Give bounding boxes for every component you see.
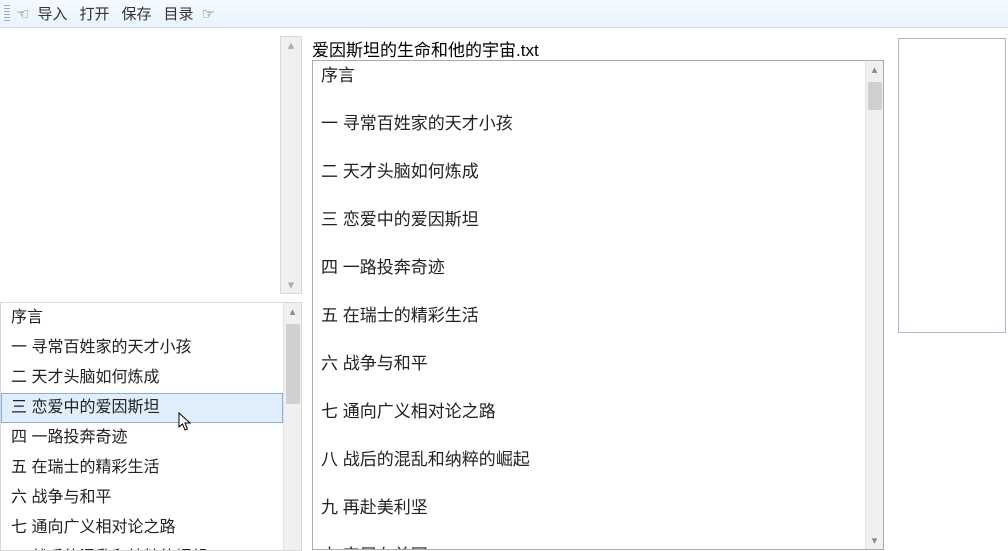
left-chapter-list: 序言一 寻常百姓家的天才小孩二 天才头脑如何炼成三 恋爱中的爱因斯坦四 一路投奔… — [0, 302, 302, 551]
list-item[interactable]: 六 战争与和平 — [1, 483, 283, 513]
list-item[interactable]: 二 天才头脑如何炼成 — [1, 363, 283, 393]
left-scrollbar[interactable]: ▴ — [283, 303, 301, 550]
list-item[interactable]: 序言 — [1, 303, 283, 333]
list-item[interactable]: 一 寻常百姓家的天才小孩 — [319, 111, 859, 137]
list-item[interactable]: 九 再赴美利坚 — [319, 495, 859, 521]
list-item[interactable]: 五 在瑞士的精彩生活 — [319, 303, 859, 329]
chevron-down-icon[interactable]: ▾ — [872, 532, 878, 549]
scrollbar-thumb[interactable] — [868, 82, 882, 110]
list-item[interactable]: 二 天才头脑如何炼成 — [319, 159, 859, 185]
toolbar: ☜ 导入 打开 保存 目录 ☞ — [0, 0, 1008, 28]
list-item[interactable]: 一 寻常百姓家的天才小孩 — [1, 333, 283, 363]
chevron-up-icon[interactable]: ▴ — [290, 303, 296, 320]
list-item[interactable]: 七 通向广义相对论之路 — [319, 399, 859, 425]
list-item[interactable]: 四 一路投奔奇迹 — [1, 423, 283, 453]
save-button[interactable]: 保存 — [117, 2, 155, 25]
hand-left-icon[interactable]: ☜ — [16, 5, 29, 23]
toolbar-grip[interactable] — [4, 5, 10, 23]
list-item[interactable]: 六 战争与和平 — [319, 351, 859, 377]
scrollbar-thumb[interactable] — [286, 324, 300, 404]
left-scroll-strip[interactable]: ▴ ▾ — [280, 36, 302, 294]
list-item[interactable]: 四 一路投奔奇迹 — [319, 255, 859, 281]
chevron-up-icon[interactable]: ▴ — [872, 61, 878, 78]
right-panel — [898, 38, 1006, 333]
list-item[interactable]: 三 恋爱中的爱因斯坦 — [319, 207, 859, 233]
import-button[interactable]: 导入 — [33, 2, 71, 25]
center-chapter-list: 序言一 寻常百姓家的天才小孩二 天才头脑如何炼成三 恋爱中的爱因斯坦四 一路投奔… — [312, 60, 884, 550]
list-item[interactable]: 八 战后的混乱和纳粹的崛起 — [1, 543, 283, 550]
list-item[interactable]: 五 在瑞士的精彩生活 — [1, 453, 283, 483]
list-item[interactable]: 三 恋爱中的爱因斯坦 — [1, 393, 283, 423]
center-scrollbar[interactable]: ▴ ▾ — [865, 61, 883, 549]
toc-button[interactable]: 目录 — [160, 2, 198, 25]
list-item[interactable]: 七 通向广义相对论之路 — [1, 513, 283, 543]
chevron-up-icon[interactable]: ▴ — [288, 37, 295, 53]
hand-right-icon[interactable]: ☞ — [202, 5, 215, 23]
chevron-down-icon[interactable]: ▾ — [288, 277, 295, 293]
list-item[interactable]: 序言 — [319, 63, 859, 89]
list-item[interactable]: 八 战后的混乱和纳粹的崛起 — [319, 447, 859, 473]
list-item[interactable]: 十 定居在美国 — [319, 543, 859, 549]
document-title: 爱因斯坦的生命和他的宇宙.txt — [312, 36, 539, 61]
open-button[interactable]: 打开 — [75, 2, 113, 25]
